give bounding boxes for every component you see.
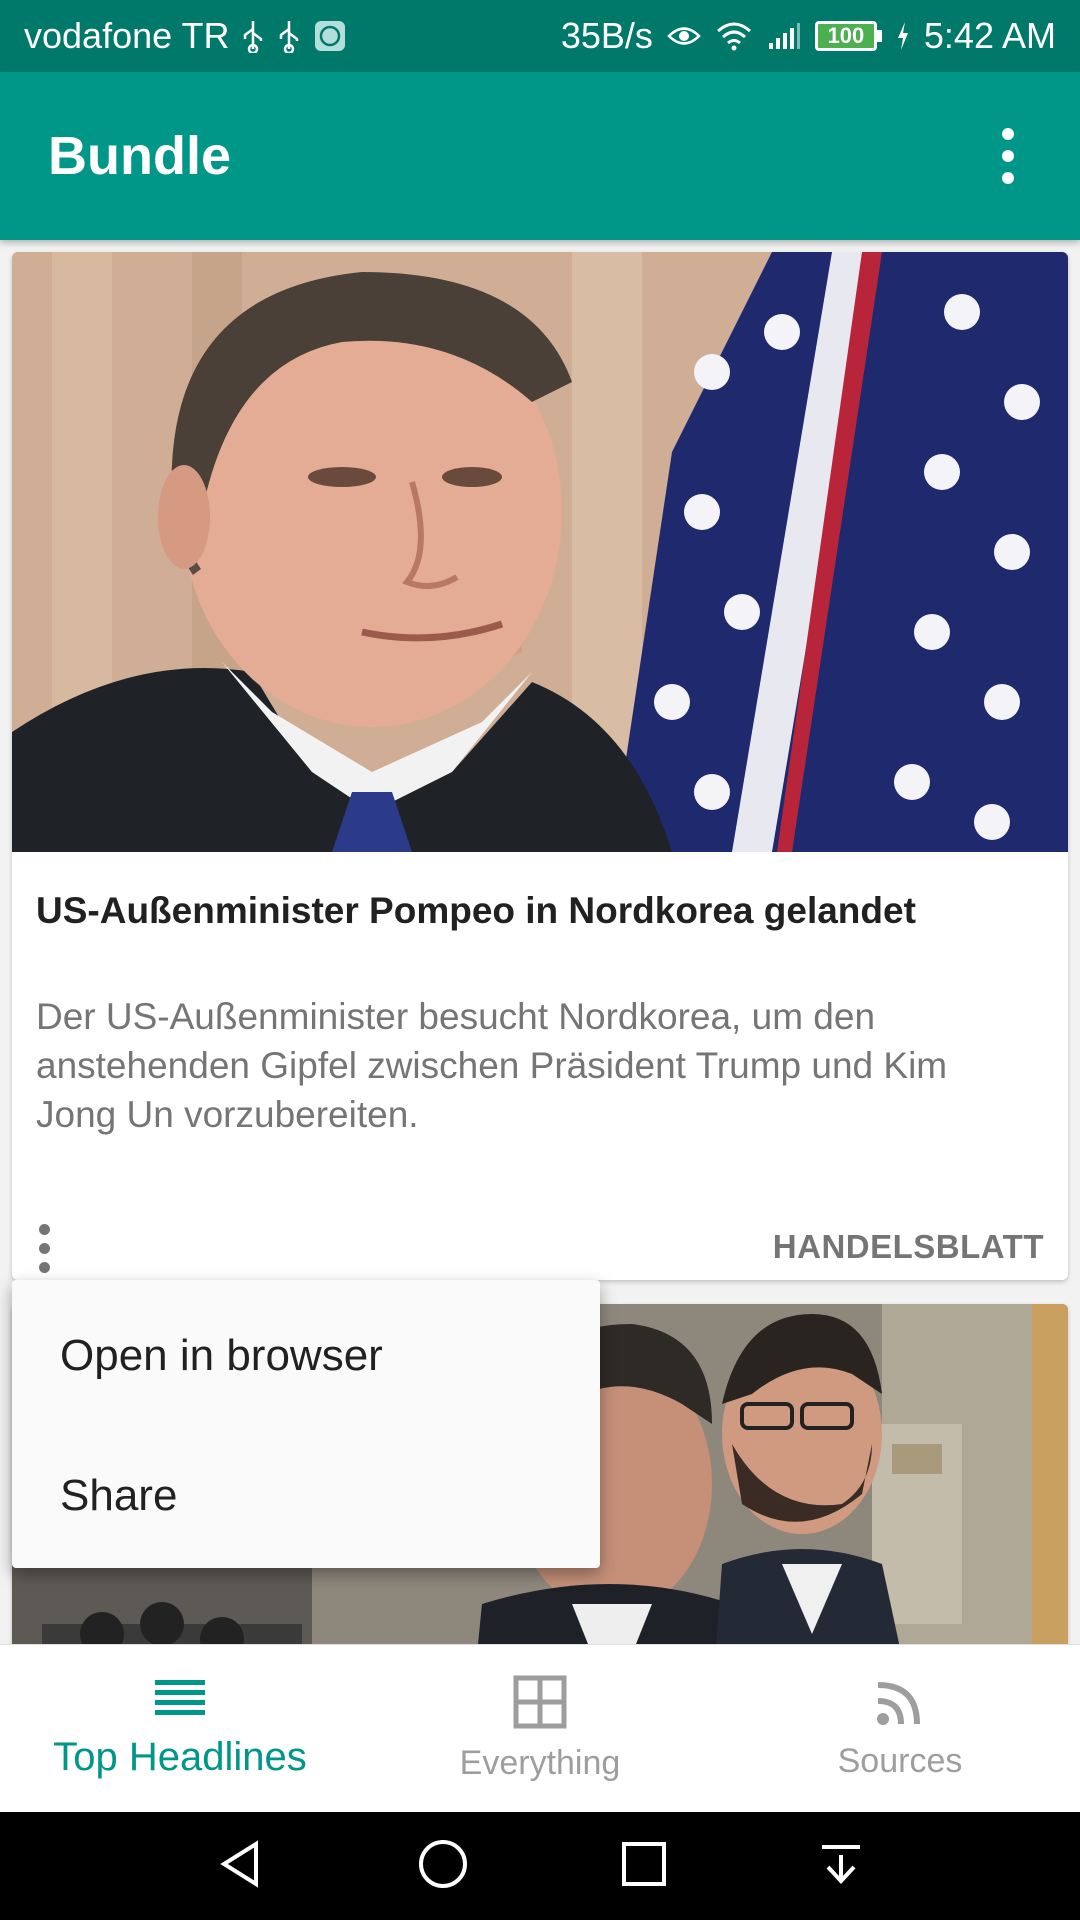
wifi-icon: [715, 21, 753, 51]
rss-icon: [875, 1677, 925, 1732]
menu-item-open-in-browser[interactable]: Open in browser: [12, 1288, 600, 1424]
net-speed: 35B/s: [560, 15, 653, 56]
eye-icon: [667, 23, 701, 49]
more-vert-icon[interactable]: [984, 120, 1032, 192]
list-icon: [155, 1678, 205, 1725]
clock: 5:42 AM: [923, 15, 1056, 56]
bottom-navigation: Top Headlines Everything Sources: [0, 1644, 1080, 1812]
battery-icon: 100: [814, 21, 882, 51]
tab-top-headlines[interactable]: Top Headlines: [0, 1645, 360, 1812]
home-icon[interactable]: [417, 1838, 469, 1895]
article-image[interactable]: [12, 252, 1068, 852]
charging-icon: [896, 21, 910, 51]
status-bar: vodafone TR 35B/s 100 5:42 AM: [0, 0, 1080, 72]
signal-icon: [767, 21, 801, 51]
usb-icon: [277, 19, 301, 53]
article-description: Der US-Außenminister besucht Nordkorea, …: [36, 996, 948, 1135]
article-title[interactable]: US-Außenminister Pompeo in Nordkorea gel…: [36, 890, 1036, 932]
tab-sources[interactable]: Sources: [720, 1645, 1080, 1812]
more-vert-icon[interactable]: [28, 1218, 60, 1278]
recents-icon[interactable]: [621, 1841, 667, 1892]
app-title: Bundle: [48, 126, 231, 186]
app-bar: Bundle: [0, 72, 1080, 240]
usb-icon: [241, 19, 265, 53]
article-popup-menu: Open in browser Share: [12, 1280, 600, 1568]
system-nav-bar: [0, 1812, 1080, 1920]
mi-app-icon: [313, 19, 347, 53]
tab-label: Everything: [459, 1743, 621, 1782]
article-card[interactable]: US-Außenminister Pompeo in Nordkorea gel…: [12, 252, 1068, 1280]
carrier-label: vodafone TR: [24, 15, 230, 56]
menu-item-share[interactable]: Share: [12, 1424, 600, 1568]
tab-everything[interactable]: Everything: [360, 1645, 720, 1812]
article-source: HANDELSBLATT: [772, 1228, 1044, 1265]
tab-label: Top Headlines: [53, 1734, 307, 1779]
back-icon[interactable]: [216, 1839, 266, 1894]
tab-label: Sources: [837, 1741, 963, 1780]
notification-pulldown-icon[interactable]: [818, 1841, 864, 1892]
grid-icon: [513, 1675, 567, 1734]
